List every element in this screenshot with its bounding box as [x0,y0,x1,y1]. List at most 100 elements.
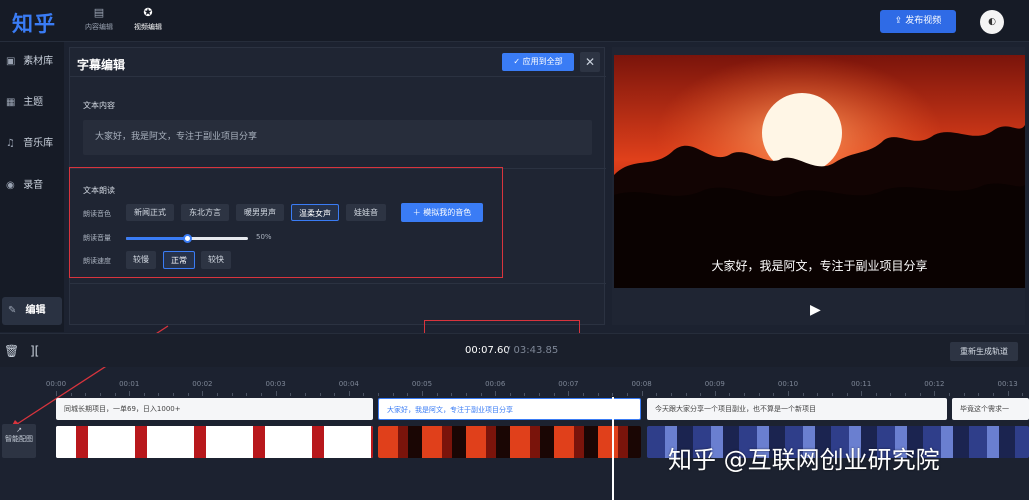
ruler-tick [626,393,628,396]
subtitle-clip[interactable]: 同城长期项目，一单69，日入1000+ [56,398,373,420]
ruler-tick [495,391,497,396]
ruler-tick [978,393,980,396]
ruler-tick [597,393,599,396]
ruler-tick [905,393,907,396]
ruler-tick [363,393,365,396]
ruler-tick [773,393,775,396]
video-frame[interactable]: 大家好，我是阿文，专注于副业项目分享 [614,55,1025,288]
ruler-tick [641,391,643,396]
ruler-tick [861,391,863,396]
subtitle-clip[interactable]: 今天跟大家分享一个项目副业，也不算是一个新项目 [647,398,947,420]
smart-image-button[interactable]: ↗ 智能配图 [2,424,36,458]
ruler-tick [685,393,687,396]
ruler-tick [187,393,189,396]
ruler-tick-label: 00:11 [851,380,872,388]
ruler-tick-label: 00:00 [45,380,67,388]
video-thumbnail [378,426,641,458]
ruler-tick [992,393,994,396]
video-preview: 大家好，我是阿文，专注于副业项目分享 ▶ [612,47,1025,325]
ruler-tick [875,393,877,396]
ruler-tick [334,393,336,396]
ruler-tick [612,393,614,396]
ruler-tick-label: 00:02 [192,380,213,388]
ruler-tick [714,391,716,396]
ruler-tick [817,393,819,396]
video-subtitle: 大家好，我是阿文，专注于副业项目分享 [711,259,928,273]
ruler-tick-label: 00:04 [338,380,359,388]
ruler-tick-label: 00:12 [924,380,945,388]
ruler-tick [480,393,482,396]
ruler-tick [802,393,804,396]
ruler-tick [129,391,131,396]
ruler-tick [231,393,233,396]
video-thumbnail [56,426,373,458]
ruler-tick-label: 00:07 [558,380,579,388]
ruler-tick [378,393,380,396]
ruler-tick [392,393,394,396]
ruler-tick [56,391,57,396]
ruler-tick-label: 00:13 [997,380,1018,388]
playhead[interactable] [612,397,614,500]
play-icon[interactable]: ▶ [810,302,821,318]
trash-icon[interactable]: 🗑 [4,344,19,358]
ruler-tick-label: 00:01 [119,380,140,388]
ruler-tick [670,393,672,396]
ruler-tick [831,393,833,396]
ruler-tick-label: 00:06 [485,380,506,388]
video-clip[interactable] [56,426,373,458]
regenerate-track-button[interactable]: 重新生成轨道 [950,342,1018,361]
timeline-ruler[interactable]: 00:00 00:01 00:02 00:03 00:04 00:05 00:06 00:07… [0,368,1029,398]
sunset-image [614,55,1025,288]
ruler-tick [949,393,951,396]
ruler-tick [465,393,467,396]
current-time: 00:07.60 [465,345,510,356]
ruler-tick-label: 00:10 [777,380,799,388]
ruler-tick [246,393,248,396]
ruler-tick [158,393,160,396]
ruler-tick [319,393,321,396]
ruler-tick [700,393,702,396]
ruler-tick [583,393,585,396]
ruler-tick [304,393,306,396]
ruler-tick [173,393,175,396]
ruler-tick [114,393,116,396]
ruler-tick [788,391,789,396]
smart-image-label: 智能配图 [5,435,33,443]
ruler-tick [934,391,936,396]
total-time: / 03:43.85 [507,345,559,356]
ruler-tick [143,393,145,396]
ruler-tick [963,393,965,396]
subtitle-track: 同城长期项目，一单69，日入1000+ 大家好，我是阿文，专注于副业项目分享 今… [0,398,1029,420]
ruler-tick [436,393,438,396]
watermark: 知乎 @互联网创业研究院 [668,446,940,474]
ruler-tick [1022,393,1024,396]
ruler-tick [70,393,72,396]
ruler-tick [217,393,219,396]
ruler-tick [202,391,204,396]
timeline-toolbar: 🗑 ][ 00:07.60 / 03:43.85 重新生成轨道 [0,333,1029,367]
ruler-tick [275,391,277,396]
ruler-tick [539,393,541,396]
wand-icon: ↗ [16,426,22,434]
ruler-tick [451,393,453,396]
subtitle-clip[interactable]: 毕竟这个需求一 [952,398,1029,420]
ruler-tick [656,393,658,396]
ruler-tick [568,391,570,396]
ruler-tick [348,391,350,396]
ruler-tick-label: 00:09 [704,380,725,388]
ruler-tick [99,393,101,396]
subtitle-clip-selected[interactable]: 大家好，我是阿文，专注于副业项目分享 [378,398,641,420]
ruler-tick-label: 00:03 [265,380,286,388]
video-clip[interactable] [378,426,641,458]
ruler-tick [744,393,746,396]
ruler-tick [407,393,409,396]
ruler-tick [729,393,731,396]
split-icon[interactable]: ][ [30,344,39,358]
ruler-tick [553,393,555,396]
ruler-tick [890,393,892,396]
ruler-tick [758,393,760,396]
ruler-tick [1007,391,1009,396]
ruler-tick [290,393,292,396]
ruler-tick [422,391,423,396]
ruler-tick [524,393,526,396]
